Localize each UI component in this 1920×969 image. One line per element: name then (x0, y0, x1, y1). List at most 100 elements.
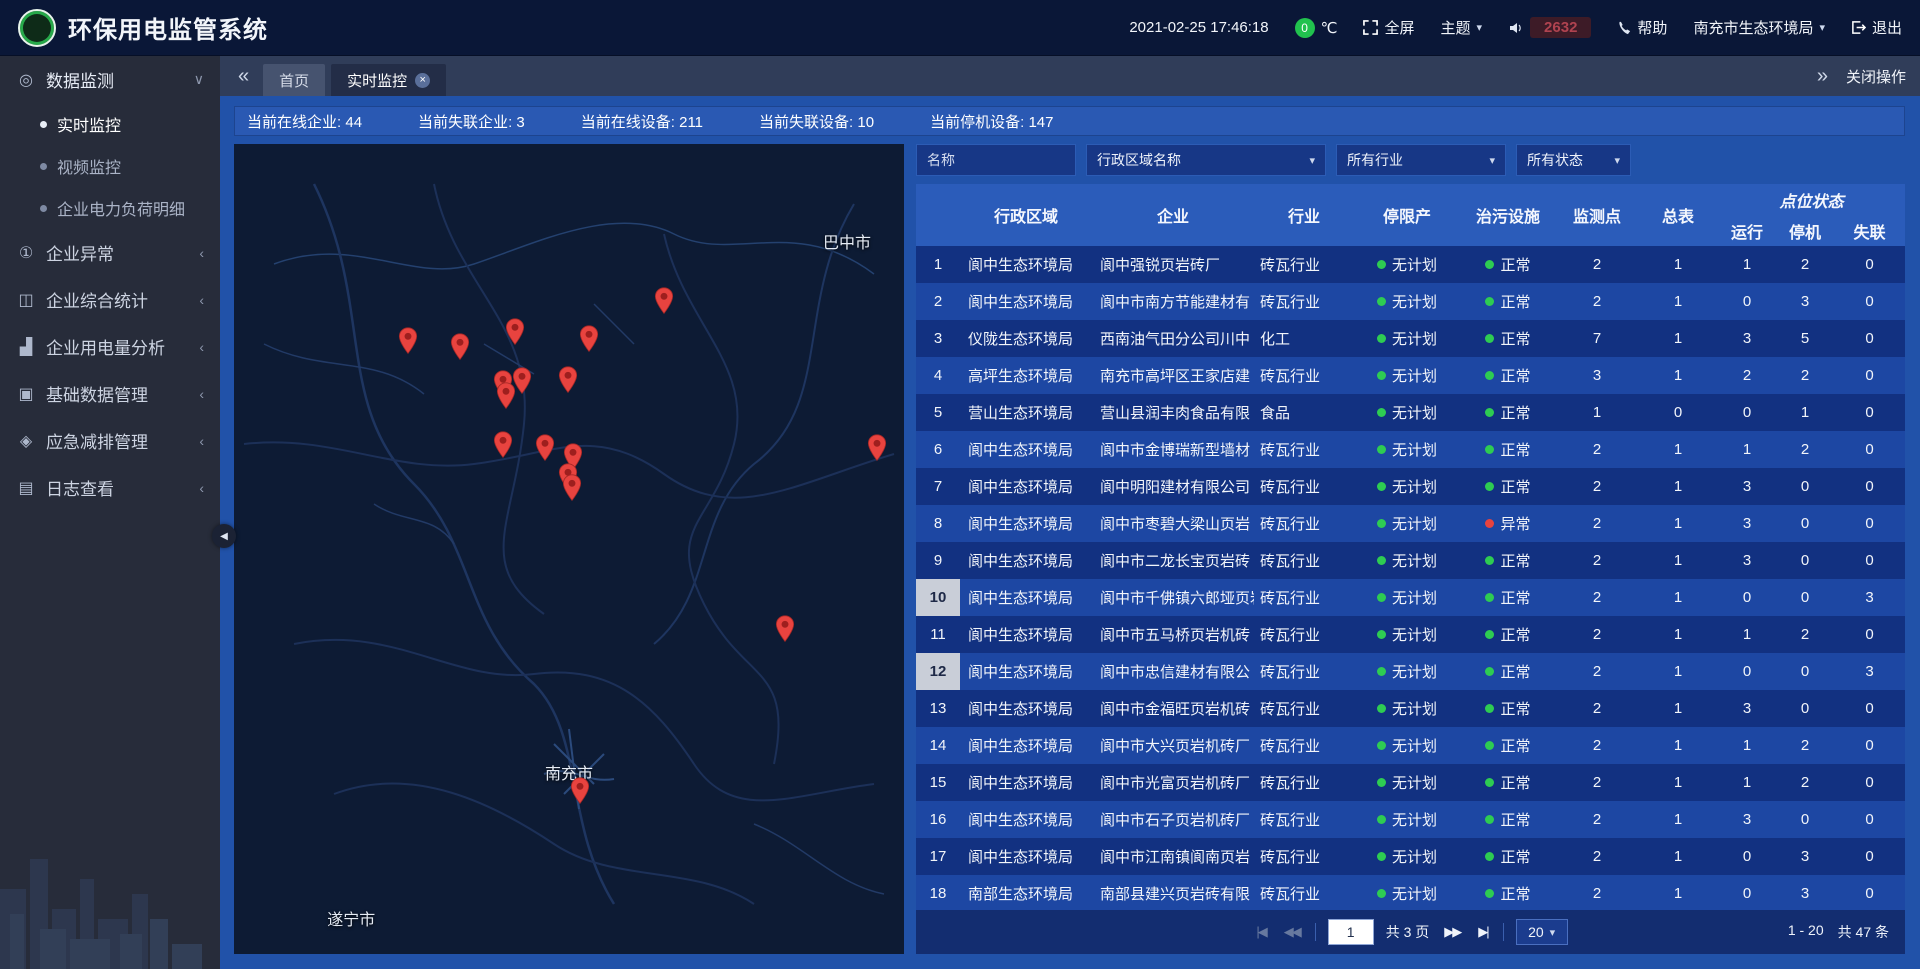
table-row[interactable]: 16 阆中生态环境局 阆中市石子页岩机砖厂 砖瓦行业 无计划 正常 2 1 3 … (916, 801, 1905, 838)
cell-lost: 3 (1834, 653, 1905, 690)
table-row[interactable]: 11 阆中生态环境局 阆中市五马桥页岩机砖 砖瓦行业 无计划 正常 2 1 1 … (916, 616, 1905, 653)
first-page-button[interactable]: |◀ (1253, 924, 1268, 940)
table-row[interactable]: 17 阆中生态环境局 阆中市江南镇阆南页岩 砖瓦行业 无计划 正常 2 1 0 … (916, 838, 1905, 875)
sidebar-collapse-button[interactable]: ◀ (212, 524, 236, 548)
status-filter-select[interactable]: 所有状态 ▾ (1516, 144, 1631, 176)
logout-button[interactable]: 退出 (1851, 17, 1902, 38)
cell-company: 阆中市二龙长宝页岩砖 (1092, 542, 1254, 579)
table-row[interactable]: 18 南部生态环境局 南部县建兴页岩砖有限 砖瓦行业 无计划 正常 2 1 0 … (916, 875, 1905, 910)
limit-status-dot (1377, 482, 1386, 491)
close-operations-menu[interactable]: 关闭操作 (1846, 66, 1906, 87)
cell-meters: 0 (1638, 394, 1718, 431)
pagination-bar: |◀ ◀◀ 共 3 页 ▶▶ ▶| 20 ▾ (916, 910, 1905, 954)
map-pin-icon[interactable] (505, 318, 525, 351)
cell-region: 阆中生态环境局 (960, 505, 1092, 542)
help-button[interactable]: 帮助 (1617, 17, 1667, 38)
map-pin-icon[interactable] (450, 333, 470, 366)
map-pin-icon[interactable] (579, 325, 599, 358)
cell-index: 5 (916, 394, 960, 431)
name-filter-input[interactable] (916, 144, 1076, 176)
table-row[interactable]: 8 阆中生态环境局 阆中市枣碧大梁山页岩 砖瓦行业 无计划 异常 2 1 3 0… (916, 505, 1905, 542)
alert-notifications[interactable]: 2632 (1508, 17, 1591, 38)
cell-index: 15 (916, 764, 960, 801)
cell-run: 0 (1718, 653, 1776, 690)
stat-item: 当前在线企业: 44 (247, 111, 362, 132)
sidebar-group[interactable]: ① 企业异常 ‹ (0, 229, 220, 276)
map-pin-icon[interactable] (570, 777, 590, 810)
cell-company: 阆中市金福旺页岩机砖 (1092, 690, 1254, 727)
org-dropdown[interactable]: 南充市生态环境局▾ (1693, 17, 1825, 38)
cell-points: 2 (1556, 246, 1638, 283)
table-row[interactable]: 1 阆中生态环境局 阆中强锐页岩砖厂 砖瓦行业 无计划 正常 2 1 1 2 0 (916, 246, 1905, 283)
cell-index: 2 (916, 283, 960, 320)
table-row[interactable]: 2 阆中生态环境局 阆中市南方节能建材有 砖瓦行业 无计划 正常 2 1 0 3… (916, 283, 1905, 320)
cell-run: 1 (1718, 727, 1776, 764)
industry-filter-select[interactable]: 所有行业 ▾ (1336, 144, 1506, 176)
cell-company: 阆中市光富页岩机砖厂 (1092, 764, 1254, 801)
map-pin-icon[interactable] (867, 434, 887, 467)
cell-limit: 无计划 (1354, 579, 1460, 616)
cell-facility: 正常 (1460, 690, 1556, 727)
map-pin-icon[interactable] (398, 327, 418, 360)
map-pin-icon[interactable] (493, 431, 513, 464)
table-row[interactable]: 14 阆中生态环境局 阆中市大兴页岩机砖厂 砖瓦行业 无计划 正常 2 1 1 … (916, 727, 1905, 764)
sidebar-group[interactable]: ▟ 企业用电量分析 ‹ (0, 323, 220, 370)
cell-meters: 1 (1638, 653, 1718, 690)
last-page-button[interactable]: ▶| (1475, 924, 1490, 940)
cell-limit: 无计划 (1354, 283, 1460, 320)
table-row[interactable]: 6 阆中生态环境局 阆中市金博瑞新型墙材 砖瓦行业 无计划 正常 2 1 1 2… (916, 431, 1905, 468)
map-pin-icon[interactable] (775, 615, 795, 648)
table-row[interactable]: 10 阆中生态环境局 阆中市千佛镇六郎垭页岩 砖瓦行业 无计划 正常 2 1 0… (916, 579, 1905, 616)
sidebar-group[interactable]: ▣ 基础数据管理 ‹ (0, 370, 220, 417)
tab-close-icon[interactable]: × (415, 73, 430, 88)
table-row[interactable]: 3 仪陇生态环境局 西南油气田分公司川中 化工 无计划 正常 7 1 3 5 0 (916, 320, 1905, 357)
chevron-icon: ‹ (199, 245, 204, 261)
cell-company: 阆中市大兴页岩机砖厂 (1092, 727, 1254, 764)
table-row[interactable]: 7 阆中生态环境局 阆中明阳建材有限公司 砖瓦行业 无计划 正常 2 1 3 0… (916, 468, 1905, 505)
filter-bar: 行政区域名称 ▾ 所有行业 ▾ 所有状态 ▾ (916, 144, 1905, 176)
limit-status-dot (1377, 297, 1386, 306)
prev-page-button[interactable]: ◀◀ (1281, 924, 1303, 940)
tabs-scroll-left-button[interactable]: « (234, 66, 253, 86)
table-row[interactable]: 13 阆中生态环境局 阆中市金福旺页岩机砖 砖瓦行业 无计划 正常 2 1 3 … (916, 690, 1905, 727)
table-row[interactable]: 5 营山生态环境局 营山县润丰肉食品有限 食品 无计划 正常 1 0 0 1 0 (916, 394, 1905, 431)
map-pin-icon[interactable] (496, 382, 516, 415)
region-filter-select[interactable]: 行政区域名称 ▾ (1086, 144, 1326, 176)
cell-industry: 砖瓦行业 (1254, 727, 1354, 764)
map-pin-icon[interactable] (558, 366, 578, 399)
col-run: 运行 (1718, 215, 1776, 246)
table-row[interactable]: 9 阆中生态环境局 阆中市二龙长宝页岩砖 砖瓦行业 无计划 正常 2 1 3 0… (916, 542, 1905, 579)
page-size-select[interactable]: 20 ▾ (1516, 919, 1568, 945)
alert-icon: ① (16, 243, 36, 263)
map-pin-icon[interactable] (654, 287, 674, 320)
cell-industry: 砖瓦行业 (1254, 764, 1354, 801)
cell-run: 3 (1718, 468, 1776, 505)
map-pin-icon[interactable] (535, 434, 555, 467)
limit-status-dot (1377, 852, 1386, 861)
fullscreen-button[interactable]: 全屏 (1363, 17, 1414, 38)
tabs-scroll-right-button[interactable]: » (1813, 66, 1832, 86)
tab[interactable]: 首页 × (263, 64, 325, 96)
cell-limit: 无计划 (1354, 468, 1460, 505)
tab[interactable]: 实时监控 × (331, 64, 446, 96)
limit-status-dot (1377, 741, 1386, 750)
sidebar-group[interactable]: ◈ 应急减排管理 ‹ (0, 417, 220, 464)
map-pin-icon[interactable] (562, 474, 582, 507)
sidebar-subitem[interactable]: 视频监控 (0, 145, 220, 187)
cell-stop: 2 (1776, 727, 1834, 764)
table-header: 行政区域 企业 行业 停限产 治污设施 监测点 总表 点位状态 运行 停机 失联 (916, 184, 1905, 246)
limit-status-dot (1377, 260, 1386, 269)
sidebar-group[interactable]: ◫ 企业综合统计 ‹ (0, 276, 220, 323)
cell-run: 3 (1718, 542, 1776, 579)
next-page-button[interactable]: ▶▶ (1441, 924, 1463, 940)
sidebar-group[interactable]: ▤ 日志查看 ‹ (0, 464, 220, 511)
sidebar-group[interactable]: ◎ 数据监测 ∨ (0, 56, 220, 103)
map-panel[interactable]: 巴中市 南充市 遂宁市 (234, 144, 904, 954)
table-row[interactable]: 12 阆中生态环境局 阆中市忠信建材有限公 砖瓦行业 无计划 正常 2 1 0 … (916, 653, 1905, 690)
table-row[interactable]: 4 高坪生态环境局 南充市高坪区王家店建 砖瓦行业 无计划 正常 3 1 2 2… (916, 357, 1905, 394)
sidebar-subitem[interactable]: 实时监控 (0, 103, 220, 145)
page-number-input[interactable] (1328, 919, 1374, 945)
theme-dropdown[interactable]: 主题▾ (1441, 17, 1483, 38)
sidebar-subitem[interactable]: 企业电力负荷明细 (0, 187, 220, 229)
table-row[interactable]: 15 阆中生态环境局 阆中市光富页岩机砖厂 砖瓦行业 无计划 正常 2 1 1 … (916, 764, 1905, 801)
